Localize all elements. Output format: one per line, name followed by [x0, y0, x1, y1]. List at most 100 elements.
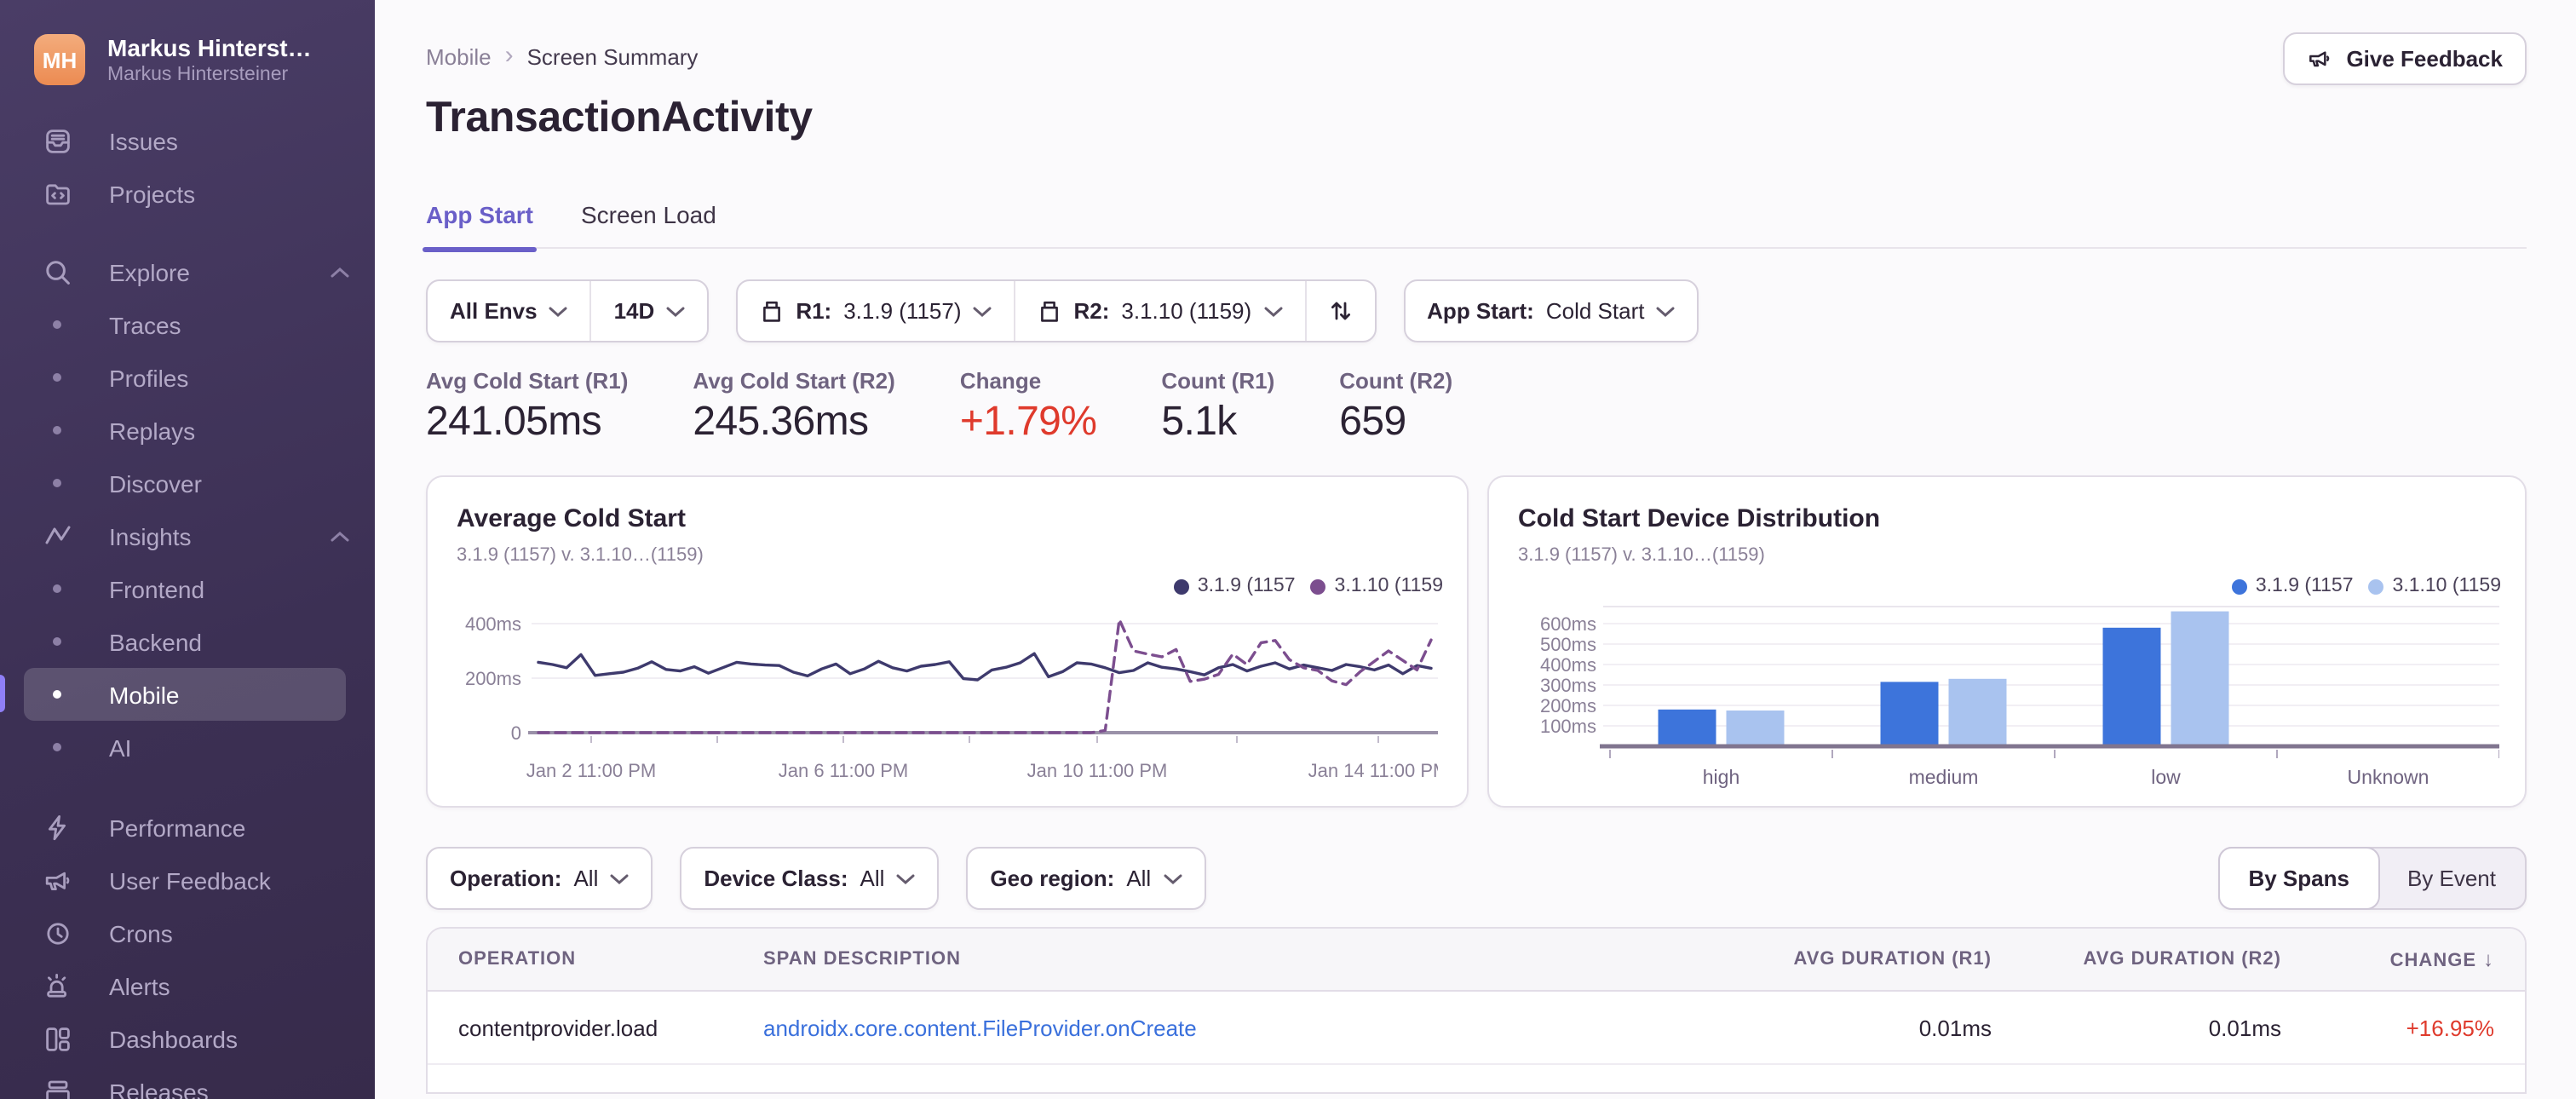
sidebar-item-backend[interactable]: Backend — [0, 615, 375, 668]
release-r1-selector[interactable]: R1: 3.1.9 (1157) — [738, 281, 1014, 341]
stat-change: Change +1.79% — [960, 368, 1097, 446]
sidebar-item-label: Backend — [109, 628, 202, 655]
sidebar-item-releases[interactable]: Releases — [0, 1065, 375, 1099]
svg-text:200ms: 200ms — [1540, 695, 1596, 716]
sidebar-item-dashboards[interactable]: Dashboards — [0, 1012, 375, 1065]
legend-dot — [2231, 578, 2247, 594]
svg-text:200ms: 200ms — [465, 668, 521, 689]
search-icon — [43, 256, 73, 287]
app-start-type-filter[interactable]: App Start: Cold Start — [1405, 281, 1697, 341]
env-filter[interactable]: All Envs — [428, 281, 590, 341]
geo-region-value: All — [1126, 866, 1152, 891]
chart-subtitle: 3.1.9 (1157) v. 3.1.10…(1159) — [1518, 545, 1765, 566]
toggle-by-spans[interactable]: By Spans — [2217, 847, 2380, 910]
cell-operation: contentprovider.load — [458, 1015, 658, 1040]
swap-releases-button[interactable] — [1304, 281, 1374, 341]
sidebar-item-performance[interactable]: Performance — [0, 801, 375, 854]
chevron-up-icon[interactable] — [331, 267, 349, 277]
legend-label: 3.1.9 (1157 — [1197, 576, 1296, 596]
operation-label: Operation: — [450, 866, 562, 891]
sidebar-item-label: Releases — [109, 1078, 209, 1099]
geo-region-filter[interactable]: Geo region: All — [968, 849, 1204, 908]
breadcrumb-parent[interactable]: Mobile — [426, 44, 492, 70]
tab-app-start[interactable]: App Start — [423, 201, 537, 252]
main-content: Mobile › Screen Summary Give Feedback Tr… — [375, 0, 2576, 1099]
col-operation[interactable]: OPERATION — [458, 949, 763, 970]
toggle-by-event[interactable]: By Event — [2378, 849, 2525, 908]
release-r2-selector[interactable]: R2: 3.1.10 (1159) — [1014, 281, 1305, 341]
chart-legend: 3.1.9 (1157 3.1.10 (1159 — [2231, 576, 2501, 596]
bar-chart[interactable]: 100ms 200ms 300ms 400ms 500ms 600ms high medium… — [1511, 600, 2500, 804]
stat-label: Count (R2) — [1339, 368, 1453, 394]
legend-label: 3.1.10 (1159 — [1334, 576, 1443, 596]
sidebar-item-label: Crons — [109, 919, 173, 947]
device-class-label: Device Class: — [704, 866, 848, 891]
col-change[interactable]: CHANGE ↓ — [2281, 947, 2494, 971]
date-range-value: 14D — [613, 298, 655, 324]
col-span-description[interactable]: SPAN DESCRIPTION — [763, 949, 1702, 970]
date-range-filter[interactable]: 14D — [589, 281, 708, 341]
stat-label: Change — [959, 368, 1042, 394]
sidebar-item-projects[interactable]: Projects — [0, 167, 375, 220]
chevron-down-icon — [549, 306, 568, 316]
page-title: TransactionActivity — [426, 94, 813, 141]
sidebar-item-traces[interactable]: Traces — [0, 298, 375, 351]
stat-value: +1.79% — [959, 399, 1097, 445]
sidebar-item-mobile[interactable]: Mobile — [0, 668, 346, 721]
sidebar-item-discover[interactable]: Discover — [0, 457, 375, 509]
tab-screen-load[interactable]: Screen Load — [581, 201, 716, 228]
give-feedback-button[interactable]: Give Feedback — [2283, 32, 2527, 85]
sidebar-item-user-feedback[interactable]: User Feedback — [0, 854, 375, 906]
svg-text:Unknown: Unknown — [2348, 766, 2429, 788]
selected-indicator — [0, 675, 5, 712]
sort-desc-icon[interactable]: ↓ — [2483, 947, 2494, 971]
operation-filter-pill: Operation: All — [426, 847, 653, 910]
sidebar-item-label: Issues — [109, 127, 178, 154]
svg-text:Jan 6 11:00 PM: Jan 6 11:00 PM — [779, 760, 908, 781]
cell-change: +16.95% — [2406, 1015, 2494, 1040]
sidebar-item-label: Mobile — [109, 681, 180, 708]
sidebar-item-explore[interactable]: Explore — [0, 245, 375, 298]
svg-text:Jan 10 11:00 PM: Jan 10 11:00 PM — [1027, 760, 1168, 781]
svg-text:100ms: 100ms — [1540, 716, 1596, 737]
stats-row: Avg Cold Start (R1) 241.05ms Avg Cold St… — [426, 368, 2527, 446]
chevron-down-icon — [974, 306, 992, 316]
operation-filter[interactable]: Operation: All — [428, 849, 651, 908]
col-avg-duration-r2[interactable]: AVG DURATION (R2) — [1992, 949, 2281, 970]
sidebar-item-frontend[interactable]: Frontend — [0, 562, 375, 615]
device-class-filter[interactable]: Device Class: All — [681, 849, 937, 908]
chevron-down-icon — [1263, 306, 1282, 316]
avg-cold-start-chart-card: Average Cold Start 3.1.9 (1157) v. 3.1.1… — [426, 475, 1469, 808]
sidebar-item-insights[interactable]: Insights — [0, 509, 375, 562]
r1-label: R1: — [796, 298, 832, 324]
chevron-down-icon — [666, 306, 685, 316]
cell-avg-duration-r1: 0.01ms — [1918, 1015, 1992, 1040]
line-chart[interactable]: 200ms 400ms 0 Jan 2 11:00 PM Jan 6 11:00 PM J… — [450, 600, 1448, 799]
chart-legend: 3.1.9 (1157 3.1.10 (1159 — [1173, 576, 1443, 596]
stat-label: Count (R1) — [1161, 368, 1275, 394]
legend-dot — [2368, 578, 2384, 594]
operation-value: All — [573, 866, 599, 891]
cell-span-description-link[interactable]: androidx.core.content.FileProvider.onCre… — [763, 1015, 1702, 1040]
sidebar-item-profiles[interactable]: Profiles — [0, 351, 375, 404]
stat-label: Avg Cold Start (R1) — [426, 368, 629, 394]
span-filter-bar: Operation: All Device Class: All Geo reg… — [426, 847, 2527, 910]
org-subtitle: Markus Hintersteiner — [107, 65, 289, 85]
sidebar-item-issues[interactable]: Issues — [0, 114, 375, 167]
sidebar-item-crons[interactable]: Crons — [0, 906, 375, 959]
bullet-icon — [53, 426, 61, 434]
env-filter-value: All Envs — [450, 298, 538, 324]
charts-row: Average Cold Start 3.1.9 (1157) v. 3.1.1… — [426, 475, 2527, 808]
sidebar-item-alerts[interactable]: Alerts — [0, 959, 375, 1012]
bullet-icon — [53, 584, 61, 593]
sidebar-item-replays[interactable]: Replays — [0, 404, 375, 457]
org-switcher[interactable]: MH Markus Hinterst… Markus Hintersteiner — [0, 0, 375, 85]
org-name: Markus Hinterst… — [107, 34, 312, 61]
chevron-down-icon — [1163, 873, 1182, 883]
chevron-up-icon[interactable] — [331, 531, 349, 541]
table-row[interactable]: contentprovider.load androidx.core.conte… — [428, 992, 2525, 1065]
svg-text:300ms: 300ms — [1540, 675, 1596, 696]
sidebar-item-ai[interactable]: AI — [0, 721, 375, 774]
col-avg-duration-r1[interactable]: AVG DURATION (R1) — [1702, 949, 1992, 970]
issues-icon — [43, 125, 73, 156]
